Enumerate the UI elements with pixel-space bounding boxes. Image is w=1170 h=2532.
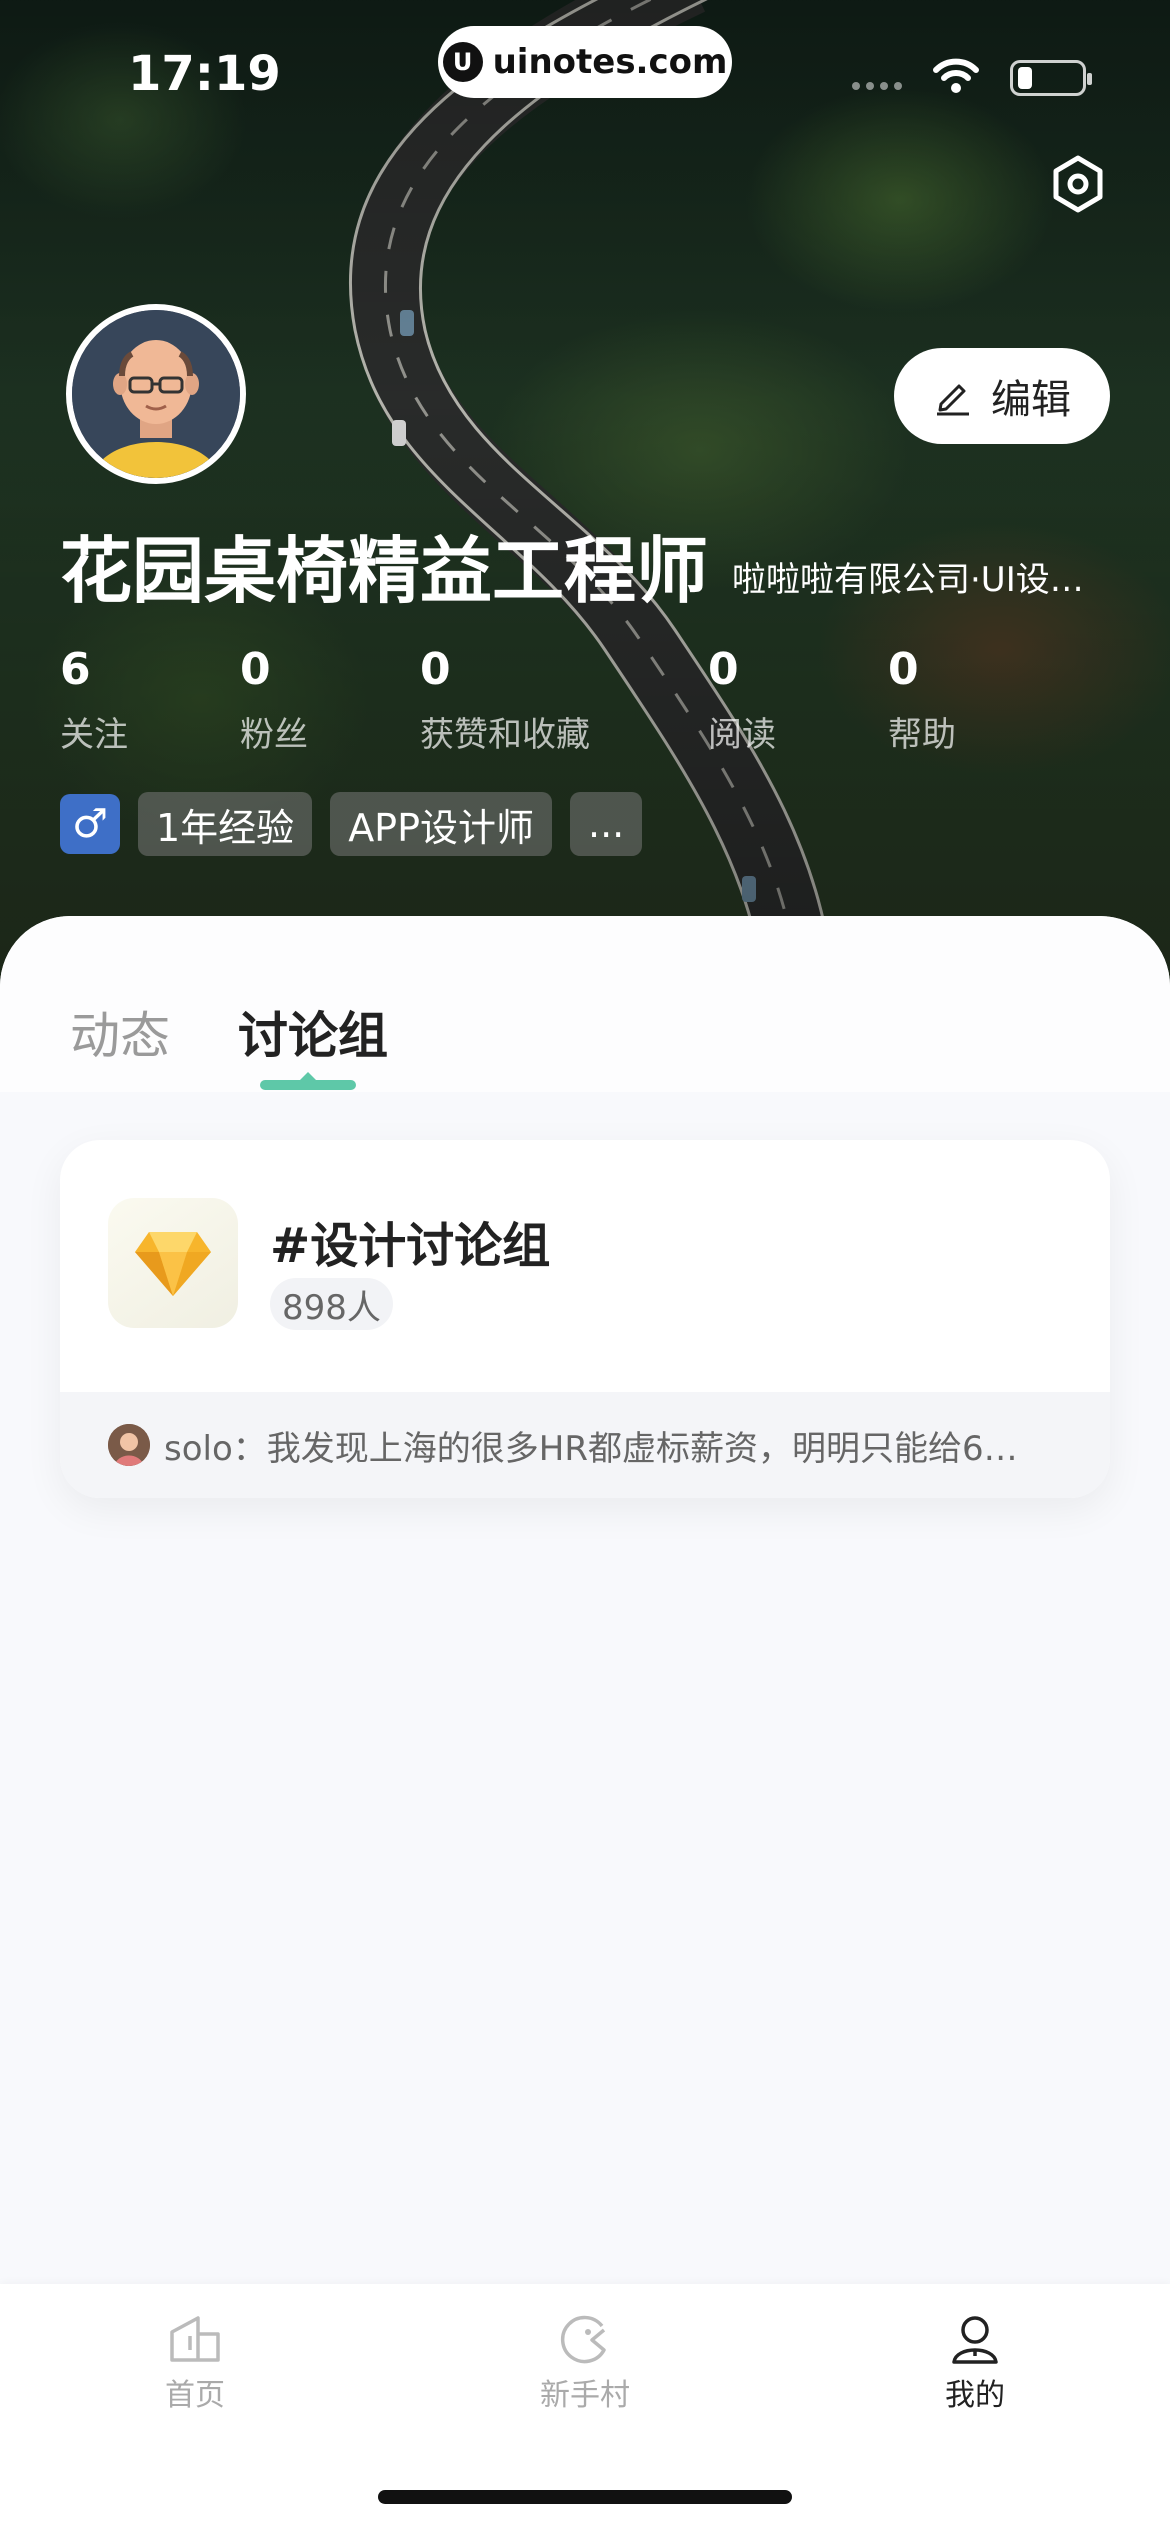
nav-label: 首页 <box>165 2378 225 2413</box>
company-title: 啦啦啦有限公司·UI设… <box>732 560 1084 600</box>
url-text: uinotes.com <box>492 42 728 82</box>
uinotes-logo-icon: U <box>442 42 483 82</box>
cellular-signal-icon <box>852 82 902 90</box>
newbie-village-icon <box>560 2315 606 2364</box>
nav-newbie-village[interactable]: 新手村 <box>485 2314 685 2414</box>
edit-label: 编辑 <box>991 377 1071 423</box>
tab-dynamics[interactable]: 动态 <box>70 996 170 1068</box>
stat-label: 粉丝 <box>240 715 308 755</box>
tag-experience: 1年经验 <box>138 792 313 856</box>
stat-label: 获赞和收藏 <box>420 715 590 755</box>
avatar[interactable] <box>66 304 246 484</box>
stat-following[interactable]: 6 关注 <box>60 644 128 756</box>
stat-label: 阅读 <box>708 715 776 755</box>
tag-role: APP设计师 <box>330 792 553 856</box>
active-tab-indicator <box>260 1072 356 1090</box>
stat-fans[interactable]: 0 粉丝 <box>240 644 308 756</box>
tab-groups[interactable]: 讨论组 <box>238 996 388 1068</box>
content-sheet: 动态 讨论组 <box>0 916 1170 2316</box>
group-card[interactable]: #设计讨论组 898人 solo：我发现上海的很多HR都虚标薪资，明明只能给6… <box>60 1140 1110 1498</box>
pencil-icon <box>937 384 969 416</box>
stat-label: 帮助 <box>888 715 956 755</box>
member-count-badge: 898人 <box>270 1278 393 1330</box>
group-title: #设计讨论组 <box>270 1218 551 1274</box>
stat-value: 0 <box>708 644 739 695</box>
stat-value: 0 <box>420 644 451 695</box>
profile-tags: ♂ 1年经验 APP设计师 ... <box>60 792 643 856</box>
latest-message[interactable]: solo：我发现上海的很多HR都虚标薪资，明明只能给6… <box>60 1392 1110 1498</box>
home-icon <box>170 2316 220 2362</box>
stat-value: 0 <box>888 644 919 695</box>
stat-help[interactable]: 0 帮助 <box>888 644 956 756</box>
url-badge: U uinotes.com <box>438 26 732 98</box>
sketch-diamond-icon <box>108 1198 238 1328</box>
user-avatar <box>108 1424 150 1466</box>
avatar-illustration <box>72 310 240 478</box>
nav-label: 新手村 <box>540 2378 630 2413</box>
tab-bar-top: 动态 讨论组 <box>0 916 1170 1092</box>
message-preview: solo：我发现上海的很多HR都虚标薪资，明明只能给6… <box>164 1428 1018 1469</box>
wifi-icon <box>933 58 979 93</box>
male-gender-icon: ♂ <box>60 794 120 854</box>
tag-more[interactable]: ... <box>570 792 643 856</box>
status-time: 17:19 <box>128 46 281 102</box>
settings-icon[interactable] <box>1048 154 1108 214</box>
nav-home[interactable]: 首页 <box>95 2314 295 2414</box>
edit-profile-button[interactable]: 编辑 <box>894 348 1110 444</box>
battery-icon <box>1010 60 1092 96</box>
stat-value: 6 <box>60 644 91 695</box>
nav-label: 我的 <box>945 2378 1005 2413</box>
nav-mine[interactable]: 我的 <box>875 2314 1075 2414</box>
stat-likes[interactable]: 0 获赞和收藏 <box>420 644 590 756</box>
stat-label: 关注 <box>60 715 128 755</box>
stat-value: 0 <box>240 644 271 695</box>
username: 花园桌椅精益工程师 <box>60 529 709 613</box>
home-indicator <box>378 2490 792 2504</box>
stat-reads[interactable]: 0 阅读 <box>708 644 776 756</box>
profile-icon <box>952 2316 998 2364</box>
